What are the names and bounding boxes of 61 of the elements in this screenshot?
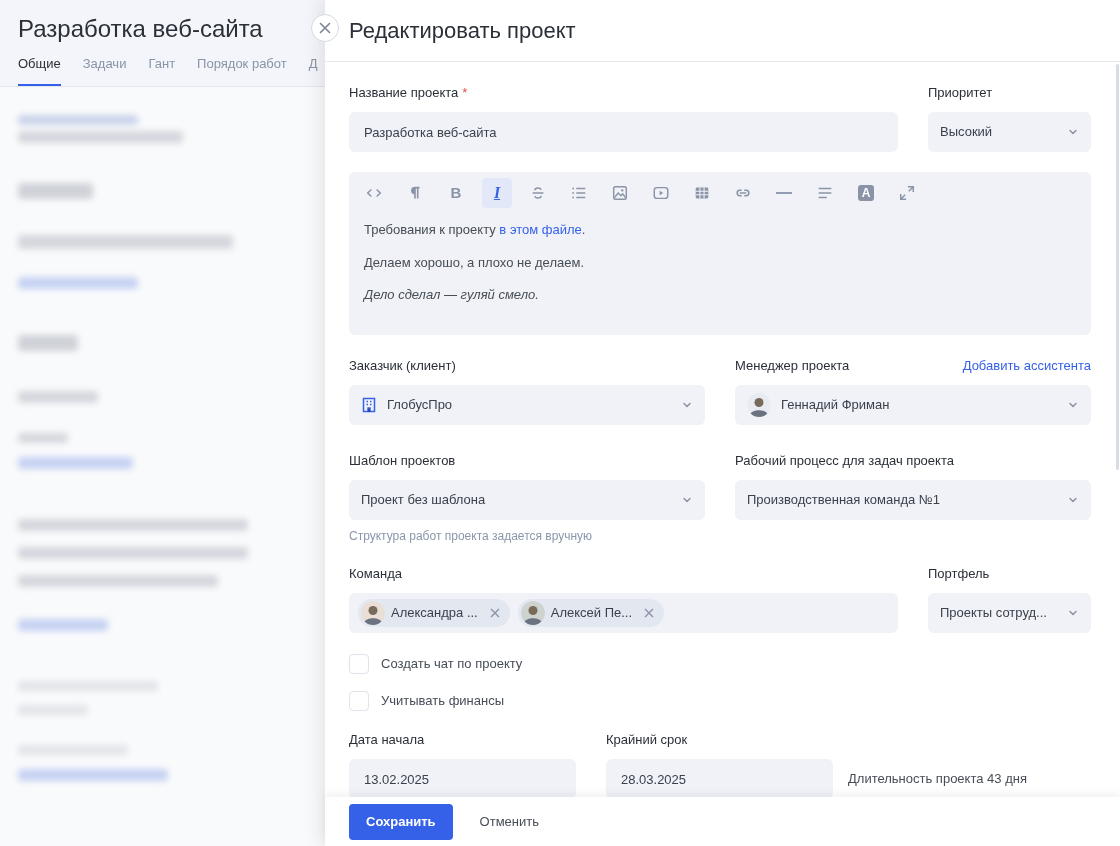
date-field[interactable]: 13.02.2025 [349,759,576,799]
tab[interactable]: Общие [18,54,61,86]
avatar-icon [361,601,385,625]
field-label: Портфель [928,565,990,584]
field-label: Название проекта [349,84,459,103]
avatar-icon [747,393,771,417]
cancel-button[interactable]: Отменить [479,811,539,832]
duration-text: Длительность проекта 43 дня [848,770,1027,789]
field-label: Дата начала [349,731,425,750]
paragraph: Дело сделал — гуляй смело. [364,286,540,304]
remove-icon[interactable] [644,608,655,618]
member-name: Александра ... [391,604,478,623]
close-icon [319,22,331,34]
select-field[interactable]: Высокий [928,112,1091,152]
scrollbar[interactable] [1116,64,1119,470]
building-icon [361,397,377,413]
select-value: Проект без шаблона [361,491,487,510]
text-editor[interactable]: B I A Требования к проекту в этом файле. Делаем хорошо, а плохо не делаем. Дело сделал — гуляй смело. [349,172,1091,335]
member-name: Алексей Пе... [550,604,633,623]
checkbox-label: Создать чат по проекту [381,655,523,674]
avatar-icon [520,601,545,625]
remove-icon[interactable] [489,608,500,618]
expand-icon [898,184,916,202]
page-title: Разработка веб-сайта [18,14,264,44]
select-value: Геннадий Фриман [781,396,891,415]
checkbox[interactable] [349,654,369,674]
field-label: Приоритет [928,84,993,103]
field-label: Команда [349,565,402,584]
member-chip[interactable]: Александра ... [358,599,510,627]
select-value: Проекты сотруд... [940,604,1048,623]
member-chip[interactable]: Алексей Пе... [517,599,665,627]
hint-text: Структура работ проекта задается вручную [349,528,594,545]
save-button[interactable]: Сохранить [349,803,453,840]
select-value: Производственная команда №1 [747,491,941,510]
field-label: Менеджер проекта [735,357,850,376]
paragraph: Требования к проекту в этом файле. [364,221,587,239]
paragraph: Делаем хорошо, а плохо не делаем. [364,253,586,272]
video-icon [652,184,670,202]
select-value: Высокий [940,123,994,142]
select-field[interactable]: Геннадий Фриман [735,385,1091,425]
required-mark: * [462,84,468,103]
field-label: Рабочий процесс для задач проекта [735,452,954,471]
image-icon [611,184,629,202]
rule-icon [776,192,792,194]
field-label: Крайний срок [606,731,688,750]
italic-tool-button[interactable]: I [482,178,512,208]
field-label: Заказчик (клиент) [349,357,456,376]
select-value: ГлобусПро [387,396,454,415]
select-field[interactable]: Проект без шаблона [349,480,705,520]
checkbox-label: Учитывать финансы [381,692,505,711]
team-field[interactable]: Александра ... Алексей Пе... [349,593,898,633]
add-assistant-link[interactable]: Добавить ассистента [962,356,1091,376]
date-field[interactable]: 28.03.2025 [606,759,833,799]
select-field[interactable]: ГлобусПро [349,385,705,425]
input-field[interactable]: Разработка веб-сайта [349,112,898,152]
select-field[interactable]: Проекты сотруд... [928,593,1091,633]
dialog-title: Редактировать проект [349,17,576,45]
field-label: Шаблон проектов [349,452,456,471]
select-field[interactable]: Производственная команда №1 [735,480,1091,520]
checkbox[interactable] [349,691,369,711]
file-link[interactable]: в этом файле [499,222,582,237]
